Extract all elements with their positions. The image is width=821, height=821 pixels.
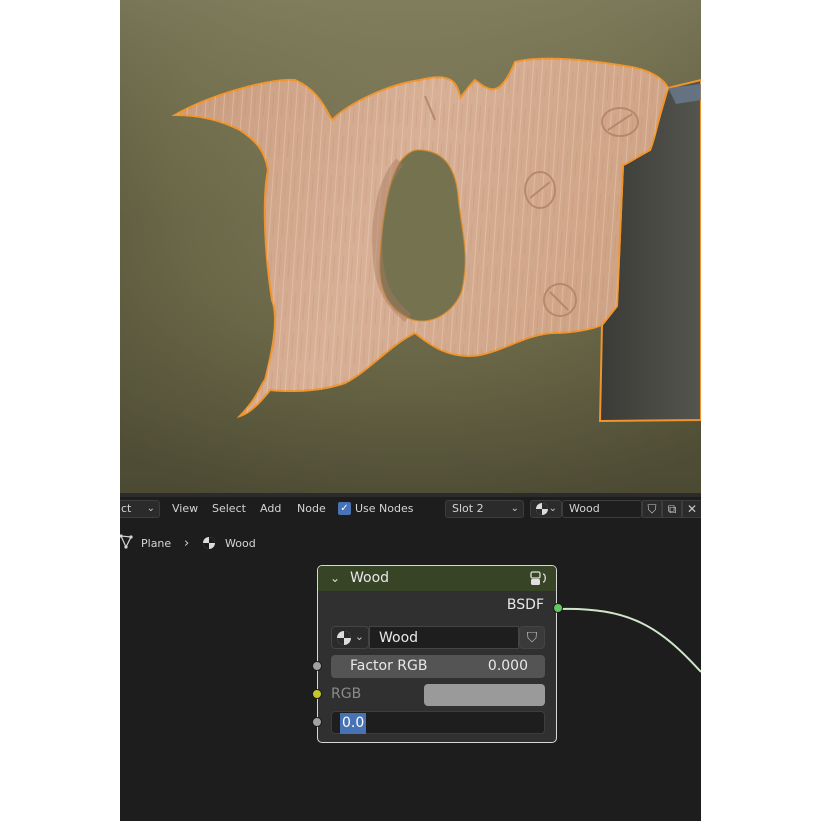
use-nodes-label[interactable]: Use Nodes [355,497,414,521]
material-name-field[interactable]: Wood [562,500,642,518]
material-sphere-icon [536,503,548,515]
factor-rgb-label: Factor RGB [350,658,428,674]
mode-dropdown-label: ct [121,502,132,515]
fake-user-button[interactable]: ⛉ [642,500,662,518]
breadcrumb-material: Wood [225,537,256,550]
factor-rgb-value: 0.000 [487,658,528,674]
breadcrumb-separator: › [184,536,190,551]
node-title: Wood [350,570,390,586]
bsdf-output-socket[interactable] [553,603,563,613]
material-browse-button[interactable]: ⌄ [530,500,562,518]
value-text-input[interactable]: 0.0 [331,711,545,734]
rgb-input-socket[interactable] [312,689,322,699]
menu-view[interactable]: View [172,497,198,521]
fake-user-button[interactable]: ⛉ [519,626,545,649]
node-group-icon[interactable] [530,570,548,595]
material-name-text: Wood [569,502,600,515]
material-sphere-icon [202,536,216,557]
material-sphere-icon [337,631,351,645]
factor-rgb-slider[interactable]: Factor RGB 0.000 [331,655,545,678]
chevron-down-icon: ⌄ [548,503,557,514]
close-icon: ✕ [686,502,698,516]
rgb-label: RGB [331,686,362,702]
group-name-text: Wood [379,630,419,646]
chevron-down-icon: ⌄ [146,503,155,514]
mesh-object-icon [120,533,134,556]
menu-node[interactable]: Node [297,497,326,521]
editor-header: ct ⌄ View Select Add Node ✓ Use Nodes Sl… [120,497,701,521]
shield-icon: ⛉ [647,502,657,516]
bsdf-output-label: BSDF [506,597,544,613]
chevron-down-icon: ⌄ [510,503,519,514]
use-nodes-checkbox[interactable]: ✓ [338,502,351,515]
collapse-chevron-icon[interactable]: ⌄ [330,566,340,591]
shield-icon: ⛉ [526,630,538,646]
value-input-socket[interactable] [312,717,322,727]
blender-window: ct ⌄ View Select Add Node ✓ Use Nodes Sl… [120,0,701,821]
group-browse-button[interactable]: ⌄ [331,626,369,649]
shader-editor[interactable]: ct ⌄ View Select Add Node ✓ Use Nodes Sl… [120,497,701,821]
slot-dropdown-label: Slot 2 [452,502,484,515]
slot-dropdown[interactable]: Slot 2 ⌄ [445,500,524,518]
mode-dropdown[interactable]: ct ⌄ [120,500,160,518]
group-name-field[interactable]: Wood [369,626,519,649]
rgb-color-swatch[interactable] [424,684,545,706]
copy-icon: ⧉ [667,502,677,516]
wood-group-node[interactable]: ⌄ Wood BSDF ⌄ Wood ⛉ Factor RGB 0.000 RG… [312,565,563,743]
unlink-material-button[interactable]: ✕ [682,500,701,518]
menu-add[interactable]: Add [260,497,281,521]
value-text-selection: 0.0 [340,713,367,734]
node-header[interactable]: ⌄ Wood [318,566,556,591]
menu-select[interactable]: Select [212,497,246,521]
breadcrumb-object: Plane [141,537,172,550]
duplicate-material-button[interactable]: ⧉ [662,500,682,518]
3d-viewport[interactable] [120,0,701,493]
factor-input-socket[interactable] [312,661,322,671]
viewport-render [120,0,701,493]
chevron-down-icon: ⌄ [354,630,364,643]
